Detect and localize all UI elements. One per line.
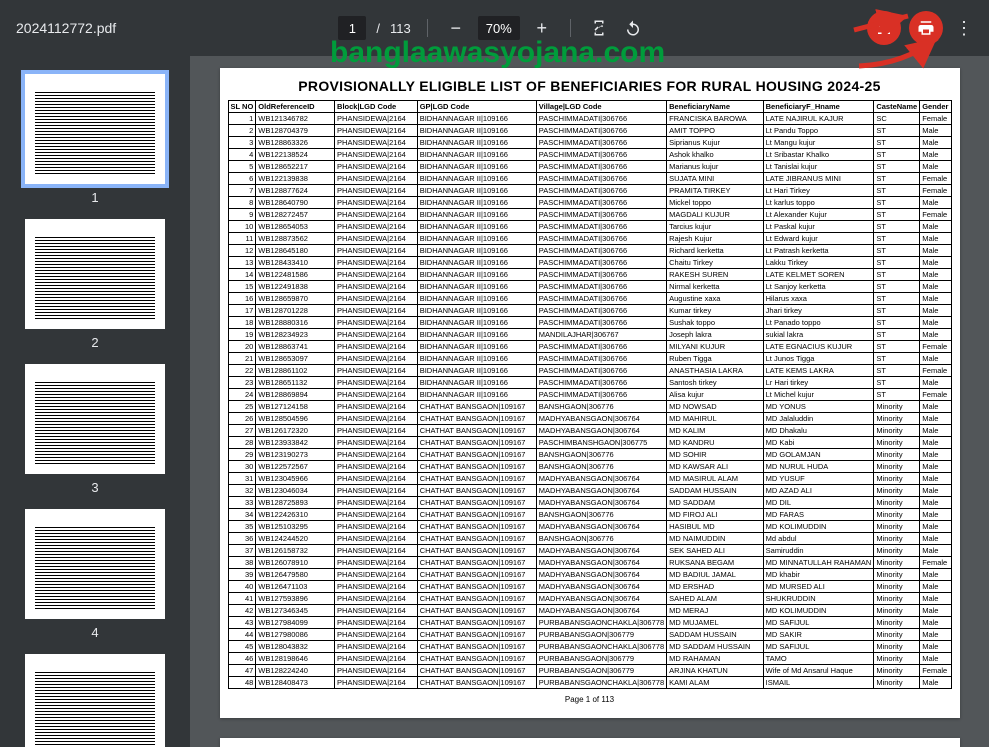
- thumbnail-label: 3: [91, 480, 98, 495]
- table-row: 36WB124244520PHANSIDEWA|2164CHATHAT BANS…: [228, 533, 951, 545]
- pdf-page-2: 49WB129699993PHANSIDEWA|2164CHATHAT BANS…: [220, 738, 960, 747]
- main-area: 1 2 3 4 PROVISIONALLY ELIGIBLE LIST OF BENE…: [0, 56, 989, 747]
- divider: [427, 19, 428, 37]
- column-header: Gender: [920, 101, 951, 113]
- document-title: PROVISIONALLY ELIGIBLE LIST OF BENEFICIA…: [228, 78, 952, 94]
- table-row: 2WB128704379PHANSIDEWA|2164BIDHANNAGAR I…: [228, 125, 951, 137]
- table-row: 37WB126158732PHANSIDEWA|2164CHATHAT BANS…: [228, 545, 951, 557]
- column-header: GP|LGD Code: [417, 101, 536, 113]
- column-header: Block|LGD Code: [335, 101, 418, 113]
- table-row: 23WB128651132PHANSIDEWA|2164BIDHANNAGAR …: [228, 377, 951, 389]
- table-row: 45WB128043832PHANSIDEWA|2164CHATHAT BANS…: [228, 641, 951, 653]
- table-row: 28WB123933842PHANSIDEWA|2164CHATHAT BANS…: [228, 437, 951, 449]
- table-row: 30WB122572567PHANSIDEWA|2164CHATHAT BANS…: [228, 461, 951, 473]
- thumbnail-page[interactable]: 1: [25, 74, 165, 205]
- table-row: 46WB128198646PHANSIDEWA|2164CHATHAT BANS…: [228, 653, 951, 665]
- table-row: 16WB128659870PHANSIDEWA|2164BIDHANNAGAR …: [228, 293, 951, 305]
- table-row: 11WB128873562PHANSIDEWA|2164BIDHANNAGAR …: [228, 233, 951, 245]
- table-row: 15WB122491838PHANSIDEWA|2164BIDHANNAGAR …: [228, 281, 951, 293]
- pdf-page-1: PROVISIONALLY ELIGIBLE LIST OF BENEFICIA…: [220, 68, 960, 718]
- thumbnail-sidebar[interactable]: 1 2 3 4: [0, 56, 190, 747]
- table-row: 20WB128863741PHANSIDEWA|2164BIDHANNAGAR …: [228, 341, 951, 353]
- table-row: 22WB128861102PHANSIDEWA|2164BIDHANNAGAR …: [228, 365, 951, 377]
- watermark-text: banglaawasyojana.com: [330, 36, 665, 70]
- table-row: 34WB122426310PHANSIDEWA|2164CHATHAT BANS…: [228, 509, 951, 521]
- thumbnail-page[interactable]: 4: [25, 509, 165, 640]
- table-row: 44WB127980086PHANSIDEWA|2164CHATHAT BANS…: [228, 629, 951, 641]
- page-footer: Page 1 of 113: [228, 695, 952, 704]
- table-row: 39WB126479580PHANSIDEWA|2164CHATHAT BANS…: [228, 569, 951, 581]
- table-row: 40WB126471103PHANSIDEWA|2164CHATHAT BANS…: [228, 581, 951, 593]
- table-row: 19WB128234923PHANSIDEWA|2164BIDHANNAGAR …: [228, 329, 951, 341]
- table-row: 5WB128652217PHANSIDEWA|2164BIDHANNAGAR I…: [228, 161, 951, 173]
- thumbnail-label: 4: [91, 625, 98, 640]
- page-separator: /: [376, 21, 380, 36]
- table-row: 1WB121346782PHANSIDEWA|2164BIDHANNAGAR I…: [228, 113, 951, 125]
- table-row: 31WB123045966PHANSIDEWA|2164CHATHAT BANS…: [228, 473, 951, 485]
- table-row: 6WB122139838PHANSIDEWA|2164BIDHANNAGAR I…: [228, 173, 951, 185]
- table-row: 13WB128433410PHANSIDEWA|2164BIDHANNAGAR …: [228, 257, 951, 269]
- table-row: 17WB128701228PHANSIDEWA|2164BIDHANNAGAR …: [228, 305, 951, 317]
- column-header: OldReferenceID: [256, 101, 335, 113]
- column-header: BeneficiaryName: [667, 101, 764, 113]
- thumbnail-label: 1: [91, 190, 98, 205]
- page-viewport[interactable]: PROVISIONALLY ELIGIBLE LIST OF BENEFICIA…: [190, 56, 989, 747]
- beneficiary-table: SL NOOldReferenceIDBlock|LGD CodeGP|LGD …: [228, 100, 952, 689]
- filename-label: 2024112772.pdf: [12, 20, 116, 36]
- table-row: 10WB128654053PHANSIDEWA|2164BIDHANNAGAR …: [228, 221, 951, 233]
- table-row: 25WB127124158PHANSIDEWA|2164CHATHAT BANS…: [228, 401, 951, 413]
- table-row: 4WB122138524PHANSIDEWA|2164BIDHANNAGAR I…: [228, 149, 951, 161]
- table-row: 8WB128640790PHANSIDEWA|2164BIDHANNAGAR I…: [228, 197, 951, 209]
- thumbnail-page[interactable]: 3: [25, 364, 165, 495]
- table-row: 35WB125103295PHANSIDEWA|2164CHATHAT BANS…: [228, 521, 951, 533]
- table-row: 27WB126172320PHANSIDEWA|2164CHATHAT BANS…: [228, 425, 951, 437]
- table-row: 7WB128877624PHANSIDEWA|2164BIDHANNAGAR I…: [228, 185, 951, 197]
- page-total-label: 113: [390, 21, 411, 36]
- table-row: 38WB126078910PHANSIDEWA|2164CHATHAT BANS…: [228, 557, 951, 569]
- table-row: 32WB123046034PHANSIDEWA|2164CHATHAT BANS…: [228, 485, 951, 497]
- thumbnail-page[interactable]: [25, 654, 165, 747]
- table-row: 43WB127984099PHANSIDEWA|2164CHATHAT BANS…: [228, 617, 951, 629]
- table-row: 9WB128272457PHANSIDEWA|2164BIDHANNAGAR I…: [228, 209, 951, 221]
- table-row: 47WB128224240PHANSIDEWA|2164CHATHAT BANS…: [228, 665, 951, 677]
- column-header: BeneficiaryF_Hname: [763, 101, 874, 113]
- divider: [570, 19, 571, 37]
- table-row: 41WB127593896PHANSIDEWA|2164CHATHAT BANS…: [228, 593, 951, 605]
- table-row: 24WB128869894PHANSIDEWA|2164BIDHANNAGAR …: [228, 389, 951, 401]
- table-row: 33WB128725893PHANSIDEWA|2164CHATHAT BANS…: [228, 497, 951, 509]
- thumbnail-page[interactable]: 2: [25, 219, 165, 350]
- table-row: 12WB128645180PHANSIDEWA|2164BIDHANNAGAR …: [228, 245, 951, 257]
- table-row: 29WB123190273PHANSIDEWA|2164CHATHAT BANS…: [228, 449, 951, 461]
- table-row: 3WB128863326PHANSIDEWA|2164BIDHANNAGAR I…: [228, 137, 951, 149]
- table-row: 42WB127346345PHANSIDEWA|2164CHATHAT BANS…: [228, 605, 951, 617]
- column-header: CasteName: [874, 101, 920, 113]
- column-header: SL NO: [228, 101, 256, 113]
- table-row: 18WB128880316PHANSIDEWA|2164BIDHANNAGAR …: [228, 317, 951, 329]
- column-header: Village|LGD Code: [536, 101, 666, 113]
- thumbnail-label: 2: [91, 335, 98, 350]
- annotation-arrow-print: [855, 32, 955, 72]
- table-row: 48WB128408473PHANSIDEWA|2164CHATHAT BANS…: [228, 677, 951, 689]
- table-row: 26WB128504596PHANSIDEWA|2164CHATHAT BANS…: [228, 413, 951, 425]
- table-row: 21WB128653097PHANSIDEWA|2164BIDHANNAGAR …: [228, 353, 951, 365]
- table-row: 14WB122481586PHANSIDEWA|2164BIDHANNAGAR …: [228, 269, 951, 281]
